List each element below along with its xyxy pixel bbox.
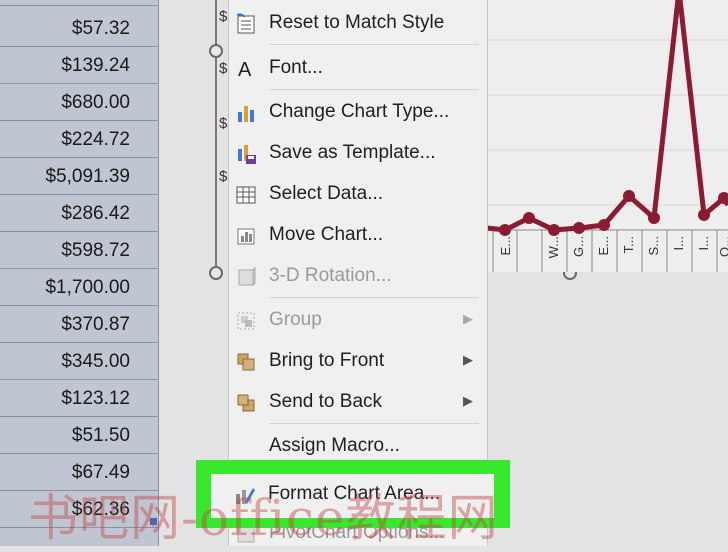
menu-separator: [269, 44, 479, 45]
table-cell[interactable]: $57.32: [0, 11, 158, 47]
menu-item-label: Change Chart Type...: [269, 101, 450, 122]
rotation-3d-icon: [235, 266, 257, 288]
menu-item-3d-rotation[interactable]: 3-D Rotation...: [229, 257, 487, 295]
menu-item-bring-to-front[interactable]: Bring to Front ▶: [229, 342, 487, 380]
chart-selection-border: [215, 0, 217, 280]
menu-separator: [269, 423, 479, 424]
resize-handle-left-top[interactable]: [209, 44, 223, 58]
svg-text:A: A: [238, 59, 252, 80]
menu-item-reset-to-match-style[interactable]: Reset to Match Style: [229, 4, 487, 42]
category-label: E...: [498, 236, 513, 256]
table-cell[interactable]: $598.72: [0, 233, 158, 269]
menu-item-label: Font...: [269, 57, 323, 78]
data-point: [648, 212, 660, 224]
reset-style-icon: [235, 13, 257, 35]
data-point: [623, 190, 635, 202]
menu-item-label: Assign Macro...: [269, 435, 400, 456]
data-point: [499, 224, 511, 236]
table-cell[interactable]: $680.00: [0, 85, 158, 121]
category-label: I...: [696, 236, 711, 251]
menu-item-font[interactable]: A Font...: [229, 49, 487, 87]
menu-item-label: Group: [269, 309, 322, 330]
menu-separator: [269, 297, 479, 298]
y-axis-tick: $: [219, 8, 228, 25]
menu-item-select-data[interactable]: Select Data...: [229, 175, 487, 213]
category-label: S...: [646, 236, 661, 256]
menu-item-group[interactable]: Group ▶: [229, 301, 487, 339]
category-label: E...: [596, 236, 611, 256]
data-point: [548, 224, 560, 236]
category-label: T...: [621, 236, 636, 254]
category-label: Q...: [717, 236, 728, 257]
menu-item-save-as-template[interactable]: Save as Template...: [229, 134, 487, 172]
y-axis-tick: $: [219, 115, 228, 132]
category-label: W...: [546, 236, 561, 259]
series-line: [487, 0, 728, 233]
table-cell[interactable]: $286.42: [0, 196, 158, 232]
data-point: [523, 212, 535, 224]
watermark: 书吧网-office教程网: [28, 489, 499, 547]
change-chart-type-icon: [235, 102, 257, 124]
category-label: I...: [671, 236, 686, 251]
data-point: [573, 222, 585, 234]
resize-handle-left-bottom[interactable]: [209, 266, 223, 280]
bring-front-icon: [235, 351, 257, 373]
menu-item-send-to-back[interactable]: Send to Back ▶: [229, 383, 487, 421]
menu-item-label: 3-D Rotation...: [269, 265, 392, 286]
table-cell[interactable]: $224.72: [0, 122, 158, 158]
table-cell[interactable]: $123.12: [0, 381, 158, 417]
menu-item-change-chart-type[interactable]: Change Chart Type...: [229, 93, 487, 131]
table-cell[interactable]: $370.87: [0, 307, 158, 343]
menu-item-label: Move Chart...: [269, 224, 384, 245]
chevron-right-icon: ▶: [463, 393, 473, 408]
y-axis-tick: $: [219, 60, 228, 77]
menu-item-label: Reset to Match Style: [269, 12, 445, 33]
table-cell[interactable]: $5,091.39: [0, 159, 158, 195]
chart-plot-area[interactable]: E... W... G... E... T... S... I... I... …: [487, 0, 728, 272]
table-cell[interactable]: $51.50: [0, 418, 158, 454]
data-point: [598, 219, 610, 231]
menu-item-label: Bring to Front: [269, 350, 385, 371]
spreadsheet-column: $57.32 $139.24 $680.00 $224.72 $5,091.39…: [0, 0, 159, 546]
menu-item-move-chart[interactable]: Move Chart...: [229, 216, 487, 254]
table-cell[interactable]: $1,700.00: [0, 270, 158, 306]
move-chart-icon: [235, 225, 257, 247]
group-icon: [235, 310, 257, 332]
select-data-icon: [235, 184, 257, 206]
menu-item-label: Send to Back: [269, 391, 383, 412]
send-back-icon: [235, 392, 257, 414]
chevron-right-icon: ▶: [463, 311, 473, 326]
menu-item-label: Save as Template...: [269, 142, 436, 163]
menu-item-label: Select Data...: [269, 183, 384, 204]
cell-partial[interactable]: [0, 0, 158, 6]
y-axis-tick: $: [219, 168, 228, 185]
table-cell[interactable]: $139.24: [0, 48, 158, 84]
line-chart: [487, 0, 728, 272]
menu-separator: [269, 89, 479, 90]
table-cell[interactable]: $345.00: [0, 344, 158, 380]
save-template-icon: [235, 143, 257, 165]
data-point: [698, 209, 710, 221]
category-label: G...: [571, 236, 586, 257]
font-icon: A: [235, 58, 257, 81]
chevron-right-icon: ▶: [463, 352, 473, 367]
